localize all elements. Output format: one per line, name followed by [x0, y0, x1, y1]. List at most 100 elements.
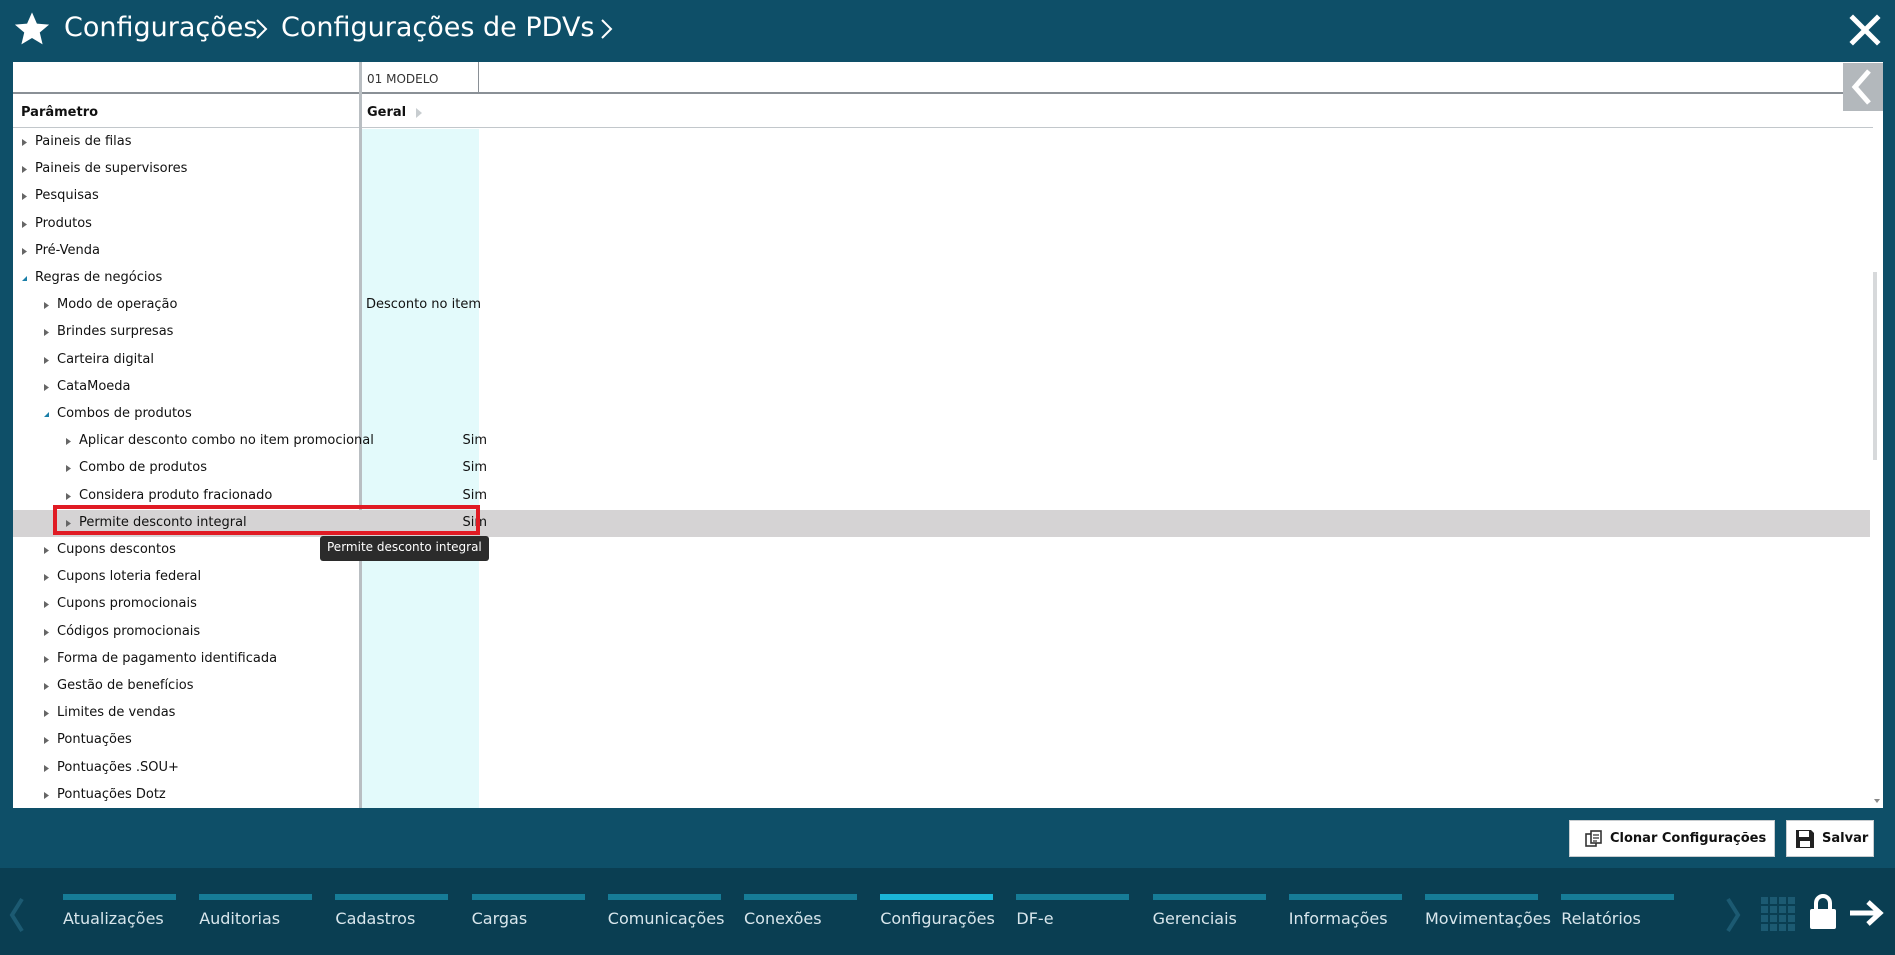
tree-row[interactable]: Códigos promocionais [13, 619, 1870, 646]
collapsed-caret-icon[interactable] [43, 628, 50, 637]
tree-row[interactable]: Pré-Venda [13, 238, 1870, 265]
collapsed-caret-icon[interactable] [43, 655, 50, 664]
tree-row-label: Cupons promocionais [57, 596, 197, 612]
tree-row-value[interactable]: Desconto no item [366, 297, 481, 312]
nav-item[interactable]: Conexões [744, 894, 874, 934]
tree-row-label: Modo de operação [57, 297, 178, 313]
nav-prev-icon[interactable] [8, 895, 26, 935]
nav-item[interactable]: Auditorias [199, 894, 329, 934]
clone-config-button[interactable]: Clonar Configurações [1569, 820, 1775, 857]
tree-row[interactable]: Pontuações Dotz [13, 782, 1870, 808]
tree-row[interactable]: Limites de vendas [13, 700, 1870, 727]
tree-row[interactable]: Combos de produtos [13, 401, 1870, 428]
collapsed-caret-icon[interactable] [43, 546, 50, 555]
collapse-panel-button[interactable] [1843, 63, 1883, 111]
nav-item-indicator [880, 894, 994, 900]
chevron-right-icon[interactable] [597, 16, 617, 42]
title-bar: Configurações Configurações de PDVs [0, 0, 1895, 60]
tree-row-label: Códigos promocionais [57, 623, 201, 639]
collapsed-caret-icon[interactable] [65, 492, 72, 501]
tree-row-value[interactable]: Sim [462, 433, 487, 448]
expanded-caret-icon[interactable] [21, 274, 28, 283]
nav-item-indicator [63, 894, 176, 900]
tooltip: Permite desconto integral [320, 536, 489, 561]
nav-item[interactable]: Relatórios [1561, 894, 1691, 934]
expanded-caret-icon[interactable] [43, 410, 50, 419]
column-group-row [13, 62, 1883, 94]
tree-row-value[interactable]: Sim [462, 488, 487, 503]
nav-item-label: Configurações [880, 909, 995, 928]
breadcrumb-configuracoes[interactable]: Configurações [64, 12, 257, 43]
param-column-header[interactable]: Parâmetro [21, 105, 98, 120]
tree-row[interactable]: Aplicar desconto combo no item promocion… [13, 428, 1870, 455]
tree-row[interactable]: Paineis de supervisores [13, 156, 1870, 183]
tree-row[interactable]: Cupons promocionais [13, 591, 1870, 618]
tree-row[interactable]: Pontuações .SOU+ [13, 755, 1870, 782]
collapsed-caret-icon[interactable] [21, 220, 28, 229]
collapsed-caret-icon[interactable] [43, 301, 50, 310]
collapsed-caret-icon[interactable] [43, 356, 50, 365]
tree-row[interactable]: Forma de pagamento identificada [13, 646, 1870, 673]
nav-item[interactable]: Configurações [880, 894, 1010, 934]
tree-row[interactable]: Cupons descontos [13, 537, 1870, 564]
tree-row-label: CataMoeda [57, 378, 131, 394]
nav-item-label: DF-e [1016, 909, 1054, 928]
exit-arrow-icon[interactable] [1848, 898, 1886, 928]
tree-row[interactable]: Carteira digital [13, 347, 1870, 374]
value-column-header[interactable]: Geral [367, 105, 406, 120]
tree-row[interactable]: Pontuações [13, 727, 1870, 754]
tree-row-label: Pesquisas [35, 188, 99, 204]
nav-item-label: Relatórios [1561, 909, 1641, 928]
collapsed-caret-icon[interactable] [43, 328, 50, 337]
collapsed-caret-icon[interactable] [43, 791, 50, 800]
nav-item[interactable]: Cadastros [335, 894, 465, 934]
tree-row[interactable]: Produtos [13, 211, 1870, 238]
collapsed-caret-icon[interactable] [65, 437, 72, 446]
close-icon[interactable] [1849, 14, 1881, 46]
scrollbar-thumb[interactable] [1873, 272, 1877, 460]
nav-item[interactable]: DF-e [1016, 894, 1146, 934]
nav-item-indicator [1425, 894, 1538, 900]
nav-item[interactable]: Movimentações [1425, 894, 1555, 934]
tree-row[interactable]: Pesquisas [13, 183, 1870, 210]
tree-row-label: Pontuações [57, 732, 132, 748]
tree-row[interactable]: CataMoeda [13, 374, 1870, 401]
tree-row-value[interactable]: Sim [462, 460, 487, 475]
collapsed-caret-icon[interactable] [43, 764, 50, 773]
tree-row[interactable]: Combo de produtos Sim [13, 455, 1870, 482]
tree-row[interactable]: Modo de operação Desconto no item [13, 292, 1870, 319]
collapsed-caret-icon[interactable] [65, 464, 72, 473]
nav-item[interactable]: Comunicações [607, 894, 738, 934]
collapsed-caret-icon[interactable] [21, 192, 28, 201]
tree-row[interactable]: Brindes surpresas [13, 319, 1870, 346]
nav-item[interactable]: Atualizações [63, 894, 193, 934]
tree-row-label: Paineis de filas [35, 134, 132, 149]
tree-row[interactable]: Cupons loteria federal [13, 564, 1870, 591]
breadcrumb-pdvs[interactable]: Configurações de PDVs [281, 12, 594, 43]
star-icon[interactable] [13, 10, 51, 48]
nav-item[interactable]: Gerenciais [1152, 894, 1283, 934]
tree-row[interactable]: Paineis de filas [13, 129, 1870, 156]
expand-column-icon[interactable] [414, 106, 424, 120]
scroll-down-icon[interactable] [1873, 798, 1881, 804]
tree-row[interactable]: Gestão de benefícios [13, 673, 1870, 700]
collapsed-caret-icon[interactable] [21, 165, 28, 174]
nav-item[interactable]: Cargas [471, 894, 602, 934]
collapsed-caret-icon[interactable] [43, 573, 50, 582]
collapsed-caret-icon[interactable] [43, 736, 50, 745]
nav-next-icon[interactable] [1724, 895, 1742, 935]
save-label: Salvar [1822, 831, 1869, 846]
collapsed-caret-icon[interactable] [43, 600, 50, 609]
grid-menu-icon[interactable] [1760, 896, 1796, 932]
collapsed-caret-icon[interactable] [21, 138, 28, 147]
collapsed-caret-icon[interactable] [21, 247, 28, 256]
collapsed-caret-icon[interactable] [43, 682, 50, 691]
tree-row[interactable]: Regras de negócios [13, 265, 1870, 292]
collapsed-caret-icon[interactable] [43, 709, 50, 718]
lock-icon[interactable] [1808, 893, 1838, 931]
collapsed-caret-icon[interactable] [43, 383, 50, 392]
nav-item-label: Movimentações [1425, 909, 1551, 928]
tree-row-label: Limites de vendas [57, 705, 176, 721]
save-button[interactable]: Salvar [1786, 820, 1874, 857]
nav-item[interactable]: Informações [1288, 894, 1419, 934]
